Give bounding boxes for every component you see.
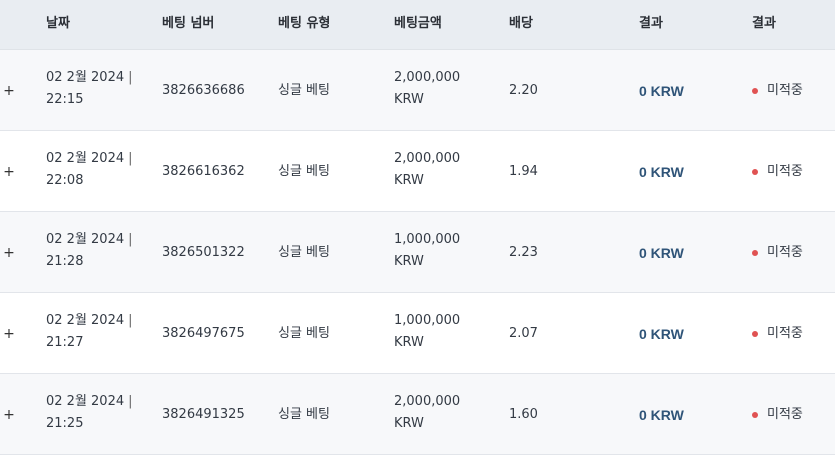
expand-row-icon[interactable]: +: [2, 162, 16, 182]
bet-amount: 2,000,000 KRW: [394, 67, 460, 111]
bet-amount: 2,000,000 KRW: [394, 148, 460, 192]
status-dot-icon: [752, 88, 758, 94]
status-dot-icon: [752, 412, 758, 418]
bet-type: 싱글 베팅: [278, 326, 330, 341]
bet-amount: 2,000,000 KRW: [394, 391, 460, 435]
status-badge: 미적중: [752, 405, 803, 425]
winnings-amount: 0 KRW: [639, 83, 684, 99]
bet-date: 02 2월 2024 | 22:15: [46, 67, 133, 111]
date-text: 02 2월 2024: [46, 151, 125, 166]
bet-odds: 2.20: [509, 83, 538, 98]
table-row[interactable]: + 02 2월 2024 | 21:28 3826501322 싱글 베팅 1,0…: [0, 212, 835, 293]
amount-currency: KRW: [394, 92, 424, 107]
winnings-amount: 0 KRW: [639, 407, 684, 423]
amount-value: 2,000,000: [394, 70, 461, 85]
bet-number: 3826497675: [162, 326, 245, 341]
table-row[interactable]: + 02 2월 2024 | 21:27 3826497675 싱글 베팅 1,0…: [0, 293, 835, 374]
column-header-bet-number[interactable]: 베팅 넘버: [162, 0, 214, 50]
bet-number: 3826636686: [162, 83, 245, 98]
status-text: 미적중: [767, 326, 803, 341]
column-header-date[interactable]: 날짜: [46, 0, 70, 50]
date-separator: |: [128, 394, 133, 409]
bet-odds: 1.60: [509, 407, 538, 422]
status-badge: 미적중: [752, 81, 803, 101]
amount-value: 1,000,000: [394, 232, 461, 247]
bet-number: 3826616362: [162, 164, 245, 179]
date-text: 02 2월 2024: [46, 70, 125, 85]
column-header-amount[interactable]: 베팅금액: [394, 0, 442, 50]
status-text: 미적중: [767, 164, 803, 179]
column-header-bet-type[interactable]: 베팅 유형: [278, 0, 330, 50]
date-text: 02 2월 2024: [46, 394, 125, 409]
column-header-odds[interactable]: 배당: [509, 0, 533, 50]
status-dot-icon: [752, 169, 758, 175]
bet-type: 싱글 베팅: [278, 245, 330, 260]
status-text: 미적중: [767, 245, 803, 260]
winnings-amount: 0 KRW: [639, 326, 684, 342]
bet-date: 02 2월 2024 | 21:25: [46, 391, 133, 435]
amount-value: 1,000,000: [394, 313, 461, 328]
bet-amount: 1,000,000 KRW: [394, 229, 460, 273]
bet-date: 02 2월 2024 | 21:27: [46, 310, 133, 354]
bet-amount: 1,000,000 KRW: [394, 310, 460, 354]
bet-date: 02 2월 2024 | 22:08: [46, 148, 133, 192]
bet-type: 싱글 베팅: [278, 407, 330, 422]
bet-odds: 2.23: [509, 245, 538, 260]
column-header-result-status[interactable]: 결과: [752, 0, 776, 50]
bet-history-table: 날짜 베팅 넘버 베팅 유형 베팅금액 배당 결과 결과 + 02 2월 202…: [0, 0, 835, 455]
table-body: + 02 2월 2024 | 22:15 3826636686 싱글 베팅 2,0…: [0, 50, 835, 455]
date-separator: |: [128, 70, 133, 85]
amount-currency: KRW: [394, 254, 424, 269]
winnings-amount: 0 KRW: [639, 164, 684, 180]
winnings-amount: 0 KRW: [639, 245, 684, 261]
status-text: 미적중: [767, 83, 803, 98]
bet-date: 02 2월 2024 | 21:28: [46, 229, 133, 273]
expand-row-icon[interactable]: +: [2, 405, 16, 425]
amount-value: 2,000,000: [394, 394, 461, 409]
expand-row-icon[interactable]: +: [2, 243, 16, 263]
expand-row-icon[interactable]: +: [2, 324, 16, 344]
date-text: 02 2월 2024: [46, 232, 125, 247]
bet-type: 싱글 베팅: [278, 83, 330, 98]
date-separator: |: [128, 313, 133, 328]
status-badge: 미적중: [752, 243, 803, 263]
table-row[interactable]: + 02 2월 2024 | 21:25 3826491325 싱글 베팅 2,0…: [0, 374, 835, 455]
column-header-result-winnings[interactable]: 결과: [639, 0, 663, 50]
time-text: 22:15: [46, 92, 84, 107]
status-dot-icon: [752, 331, 758, 337]
date-separator: |: [128, 232, 133, 247]
table-row[interactable]: + 02 2월 2024 | 22:08 3826616362 싱글 베팅 2,0…: [0, 131, 835, 212]
amount-currency: KRW: [394, 416, 424, 431]
table-header: 날짜 베팅 넘버 베팅 유형 베팅금액 배당 결과 결과: [0, 0, 835, 50]
time-text: 21:27: [46, 335, 84, 350]
bet-type: 싱글 베팅: [278, 164, 330, 179]
expand-row-icon[interactable]: +: [2, 81, 16, 101]
status-badge: 미적중: [752, 162, 803, 182]
amount-currency: KRW: [394, 173, 424, 188]
amount-value: 2,000,000: [394, 151, 461, 166]
date-text: 02 2월 2024: [46, 313, 125, 328]
time-text: 21:25: [46, 416, 84, 431]
bet-number: 3826501322: [162, 245, 245, 260]
status-badge: 미적중: [752, 324, 803, 344]
bet-odds: 2.07: [509, 326, 538, 341]
time-text: 22:08: [46, 173, 84, 188]
bet-number: 3826491325: [162, 407, 245, 422]
amount-currency: KRW: [394, 335, 424, 350]
date-separator: |: [128, 151, 133, 166]
status-dot-icon: [752, 250, 758, 256]
table-row[interactable]: + 02 2월 2024 | 22:15 3826636686 싱글 베팅 2,0…: [0, 50, 835, 131]
status-text: 미적중: [767, 407, 803, 422]
bet-odds: 1.94: [509, 164, 538, 179]
time-text: 21:28: [46, 254, 84, 269]
